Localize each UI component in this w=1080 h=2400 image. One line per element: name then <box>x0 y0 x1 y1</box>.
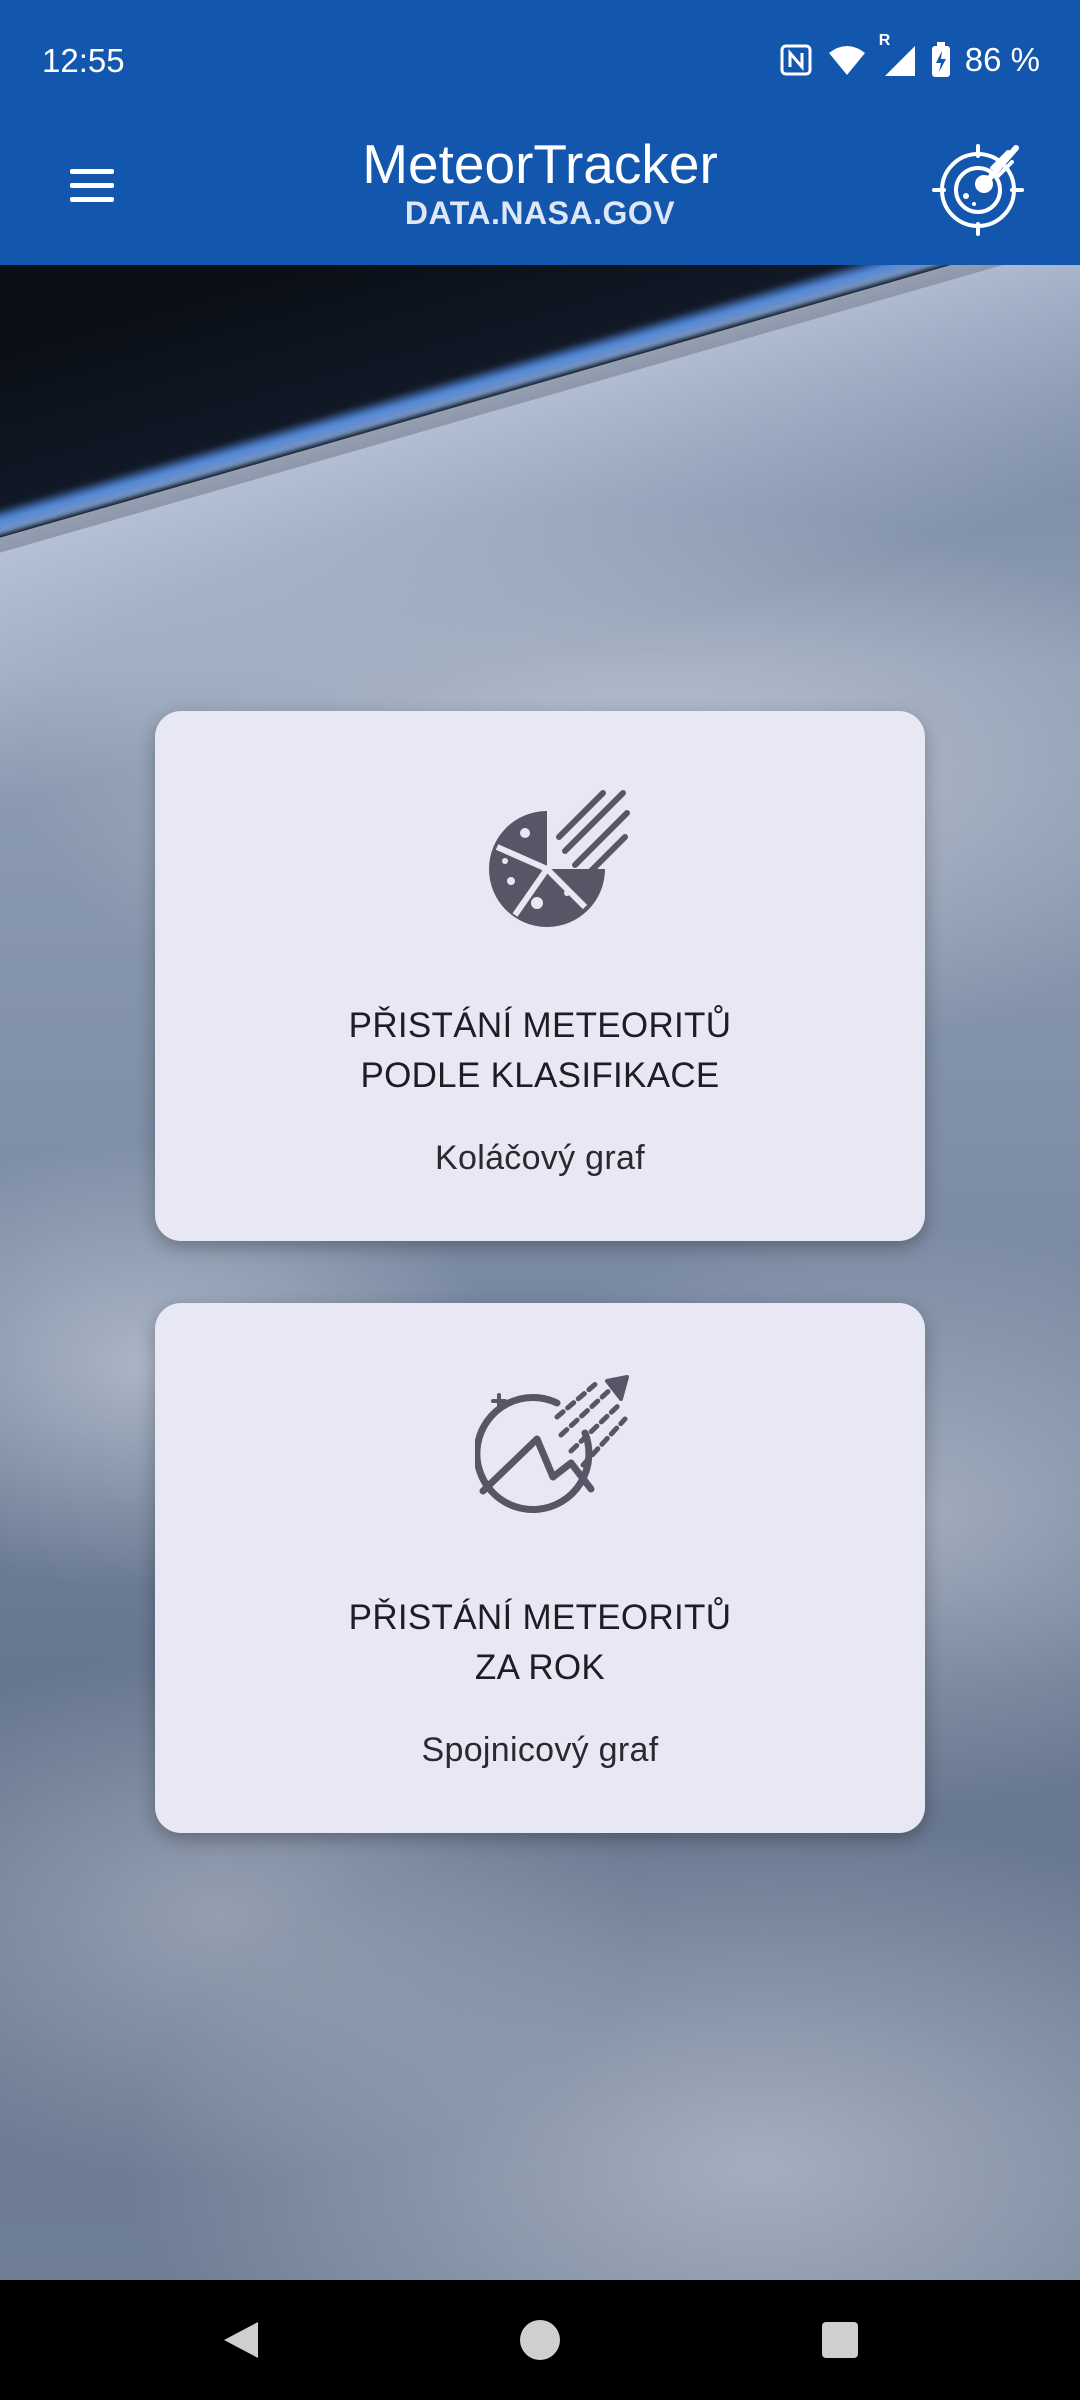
nfc-icon <box>779 43 813 77</box>
card-subtitle: Spojnicový graf <box>421 1731 659 1769</box>
meteor-line-chart-icon <box>473 1373 635 1533</box>
status-icons: R 86 % <box>779 32 1040 80</box>
battery-charging-icon <box>931 42 951 78</box>
system-navigation-bar <box>0 2280 1080 2400</box>
recents-icon[interactable] <box>780 2280 900 2400</box>
wifi-icon <box>827 43 867 77</box>
card-title-line: ZA ROK <box>474 1648 606 1687</box>
card-title: PŘISTÁNÍ METEORITŮ ZA ROK <box>155 1593 925 1693</box>
card-subtitle: Koláčový graf <box>435 1139 645 1177</box>
card-title-line: PŘISTÁNÍ METEORITŮ <box>348 1006 732 1045</box>
card-title-line: PODLE KLASIFIKACE <box>360 1056 720 1095</box>
card-title-line: PŘISTÁNÍ METEORITŮ <box>348 1598 732 1637</box>
app-subtitle: DATA.NASA.GOV <box>404 195 676 231</box>
meteor-radar-logo-icon[interactable] <box>930 138 1030 238</box>
earth-background-image <box>0 265 1080 2280</box>
signal-icon: R <box>879 32 917 78</box>
hamburger-menu-icon[interactable] <box>70 160 130 210</box>
meteor-pie-chart-icon <box>475 781 635 941</box>
card-landings-by-classification[interactable]: PŘISTÁNÍ METEORITŮ PODLE KLASIFIKACE Kol… <box>155 711 925 1241</box>
app-title: MeteorTracker <box>362 133 718 195</box>
back-icon[interactable] <box>180 2280 300 2400</box>
status-bar: 12:55 R 86 % <box>0 0 1080 125</box>
battery-percentage: 86 % <box>964 41 1040 78</box>
card-title: PŘISTÁNÍ METEORITŮ PODLE KLASIFIKACE <box>155 1001 925 1101</box>
card-landings-per-year[interactable]: PŘISTÁNÍ METEORITŮ ZA ROK Spojnicový gra… <box>155 1303 925 1833</box>
status-time: 12:55 <box>42 42 125 79</box>
app-header: 12:55 R 86 % MeteorTracker DATA.NASA.GOV <box>0 0 1080 265</box>
roaming-indicator: R <box>878 32 891 49</box>
home-icon[interactable] <box>480 2280 600 2400</box>
